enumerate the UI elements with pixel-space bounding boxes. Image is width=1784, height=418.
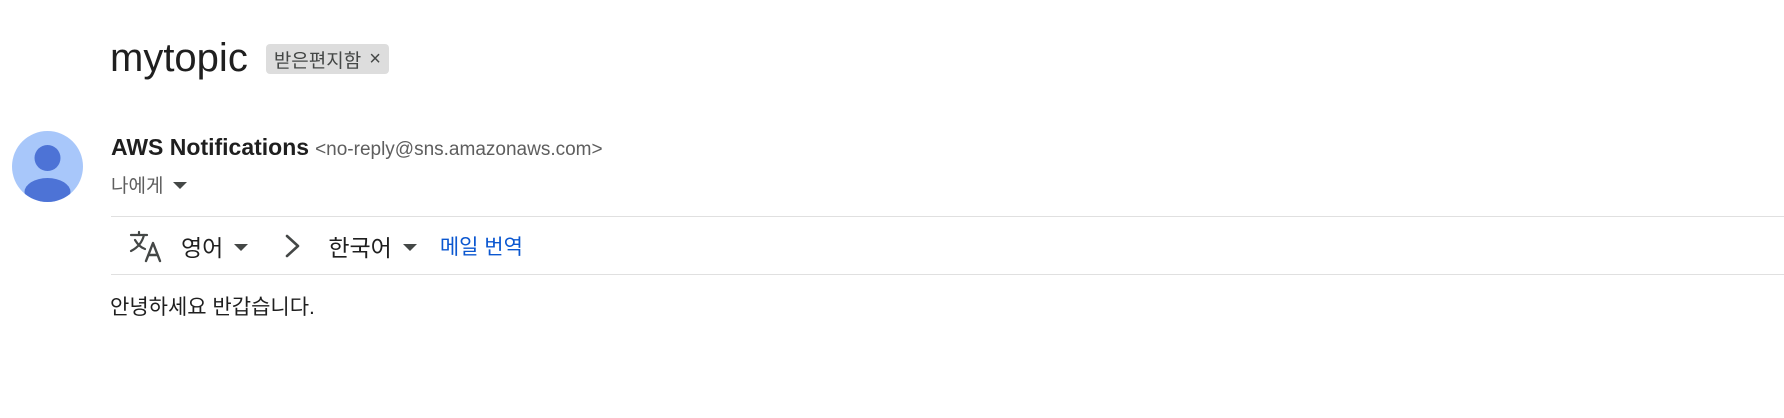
caret-down-icon[interactable]	[173, 182, 188, 189]
translate-message-link[interactable]: 메일 번역	[440, 231, 523, 261]
email-subject-row: mytopic 받은편지함 ×	[110, 34, 389, 82]
recipient-details-toggle[interactable]: 나에게	[111, 171, 188, 198]
sender-name[interactable]: AWS Notifications	[111, 134, 309, 161]
caret-down-icon	[234, 243, 249, 251]
recipient-label: 나에게	[111, 176, 164, 197]
remove-label-icon[interactable]: ×	[369, 49, 381, 69]
source-language-select[interactable]: 영어	[181, 229, 249, 263]
source-language-label: 영어	[181, 234, 224, 261]
target-language-label: 한국어	[328, 234, 392, 261]
label-chip-text: 받은편지함	[273, 50, 362, 72]
sender-row: AWS Notifications <no-reply@sns.amazonaw…	[111, 134, 603, 161]
sender-email: <no-reply@sns.amazonaws.com>	[315, 139, 603, 160]
person-avatar-icon	[24, 145, 71, 202]
caret-down-icon	[402, 243, 417, 251]
inbox-label-chip[interactable]: 받은편지함 ×	[265, 44, 389, 74]
chevron-right-icon	[286, 234, 300, 257]
target-language-select[interactable]: 한국어	[328, 229, 417, 263]
email-body: 안녕하세요 반갑습니다.	[110, 296, 315, 319]
email-subject: mytopic	[110, 36, 248, 80]
translation-bar: 영어 한국어 메일 번역	[111, 216, 1784, 275]
translate-icon	[129, 230, 162, 262]
sender-avatar[interactable]	[12, 131, 83, 202]
